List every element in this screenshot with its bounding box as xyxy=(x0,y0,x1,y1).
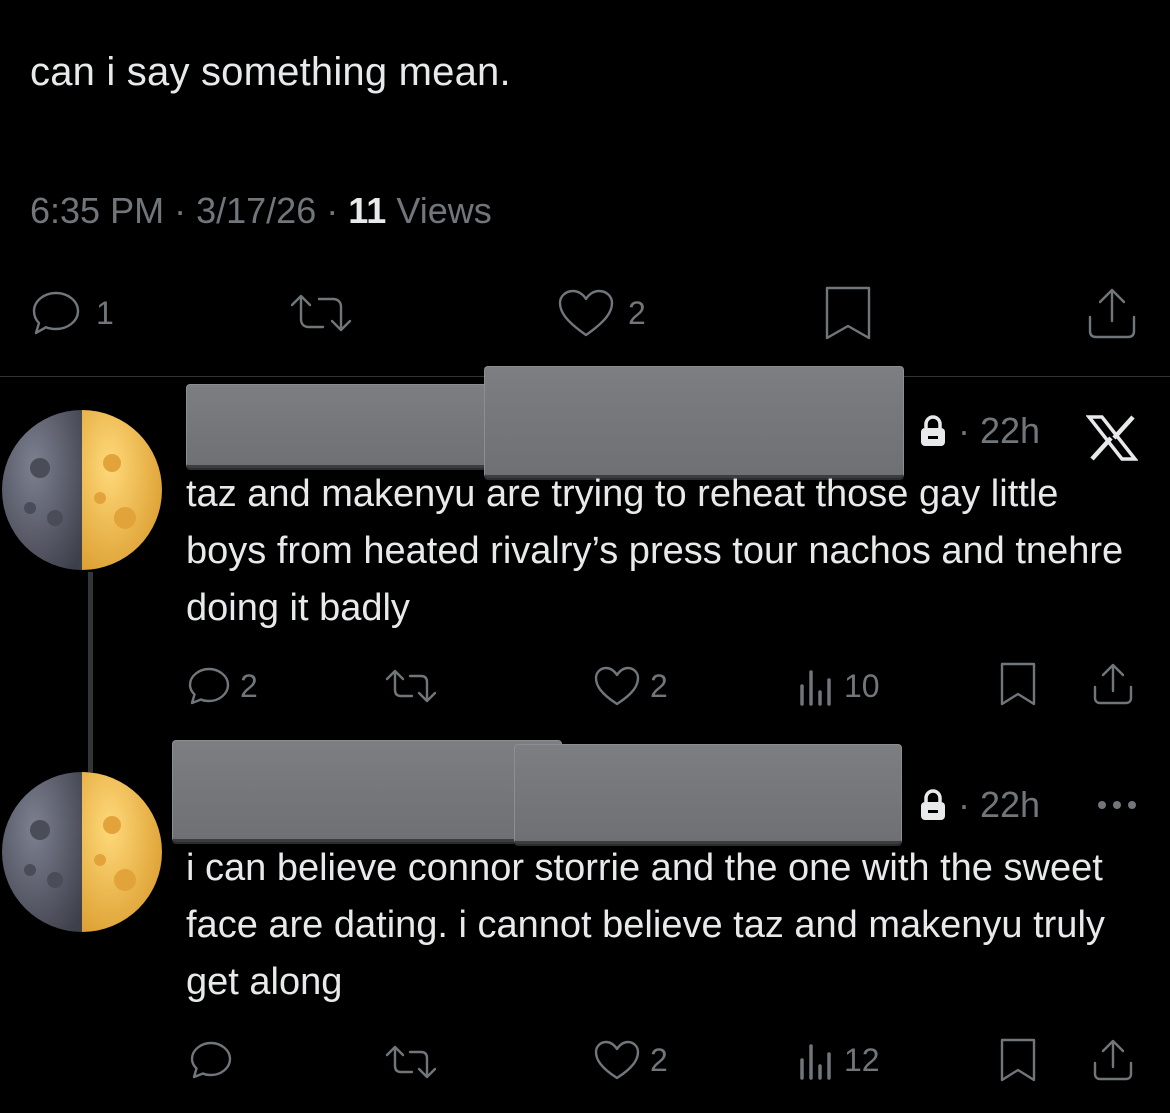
x-logo-icon[interactable] xyxy=(1085,414,1139,467)
avatar[interactable] xyxy=(0,408,164,572)
reply-icon xyxy=(186,665,232,707)
bookmark-button[interactable] xyxy=(998,1038,1038,1082)
retweet-button[interactable] xyxy=(288,285,354,341)
avatar[interactable] xyxy=(0,770,164,934)
retweet-button[interactable] xyxy=(384,1040,438,1084)
share-button[interactable] xyxy=(1084,285,1140,341)
share-icon xyxy=(1084,285,1140,341)
views-count: 11 xyxy=(348,190,387,231)
reply-text: taz and makenyu are trying to reheat tho… xyxy=(186,473,1124,629)
post-date: 3/17/26 xyxy=(196,190,317,231)
like-button[interactable]: 2 xyxy=(592,1038,668,1082)
more-icon[interactable] xyxy=(1096,798,1138,816)
reply-icon xyxy=(188,1039,234,1081)
reply-time: 22h xyxy=(980,410,1041,451)
reply-count: 2 xyxy=(240,667,258,704)
reply-count: 1 xyxy=(96,294,114,331)
redacted-name xyxy=(172,740,562,842)
reply-text: i can believe connor storrie and the one… xyxy=(186,847,1105,1003)
reply-button[interactable] xyxy=(188,1038,242,1082)
reply-icon xyxy=(28,287,84,339)
redacted-handle xyxy=(514,744,902,844)
post-time: 6:35 PM xyxy=(30,190,165,231)
reply-button[interactable]: 2 xyxy=(186,664,258,708)
redacted-handle xyxy=(484,366,904,478)
reply-button[interactable]: 1 xyxy=(28,285,114,341)
thread-line xyxy=(88,572,93,772)
like-button[interactable]: 2 xyxy=(556,285,646,341)
retweet-button[interactable] xyxy=(384,664,438,708)
redacted-name xyxy=(186,384,488,468)
analytics-icon xyxy=(796,1040,836,1080)
moon-avatar-icon xyxy=(2,410,162,570)
like-count: 2 xyxy=(650,667,668,704)
retweet-icon xyxy=(288,291,354,335)
views-label: Views xyxy=(396,190,492,231)
heart-icon xyxy=(592,1039,642,1081)
meta-separator: · xyxy=(326,190,339,231)
reply-time: 22h xyxy=(980,784,1041,825)
share-button[interactable] xyxy=(1090,1038,1136,1082)
like-count: 2 xyxy=(650,1041,668,1078)
share-icon xyxy=(1090,1037,1136,1083)
analytics-icon xyxy=(796,666,836,706)
meta-separator: · xyxy=(174,190,187,231)
bookmark-button[interactable] xyxy=(998,662,1038,706)
retweet-icon xyxy=(384,1044,438,1080)
views-button[interactable]: 12 xyxy=(796,1038,880,1082)
time-separator: · xyxy=(958,410,970,451)
share-icon xyxy=(1090,661,1136,707)
bookmark-icon xyxy=(822,284,874,342)
moon-avatar-icon xyxy=(2,772,162,932)
post-meta: 6:35 PM · 3/17/26 · 11 Views xyxy=(30,190,492,232)
time-separator: · xyxy=(958,784,970,825)
bookmark-icon xyxy=(998,1037,1038,1083)
post-text: can i say something mean. xyxy=(30,50,511,94)
reply-header-meta: · 22h xyxy=(918,410,1040,452)
retweet-icon xyxy=(384,668,438,704)
lock-icon xyxy=(918,414,948,448)
heart-icon xyxy=(592,665,642,707)
views-button[interactable]: 10 xyxy=(796,664,880,708)
like-count: 2 xyxy=(628,294,646,331)
bookmark-button[interactable] xyxy=(822,285,874,341)
share-button[interactable] xyxy=(1090,662,1136,706)
like-button[interactable]: 2 xyxy=(592,664,668,708)
lock-icon xyxy=(918,788,948,822)
views-count: 10 xyxy=(844,667,880,704)
reply-header-meta: · 22h xyxy=(918,784,1040,826)
views-count: 12 xyxy=(844,1041,880,1078)
heart-icon xyxy=(556,287,616,339)
bookmark-icon xyxy=(998,661,1038,707)
